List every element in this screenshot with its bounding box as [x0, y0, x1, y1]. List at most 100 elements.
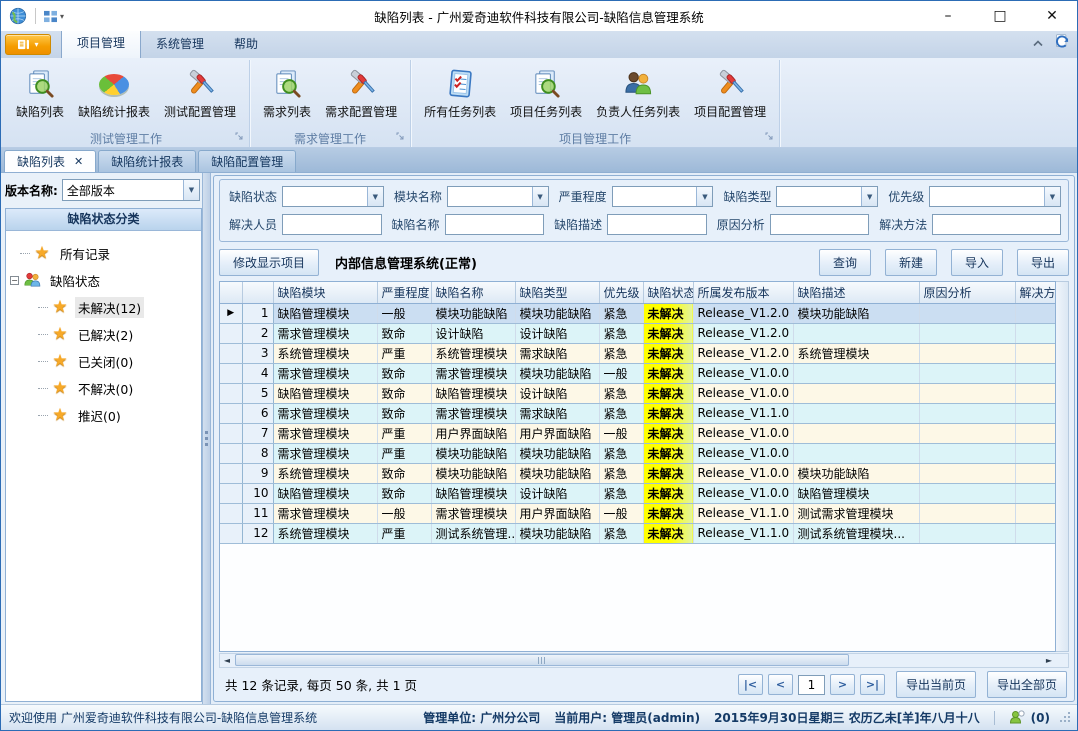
tree-item[interactable]: ★已解决(2) [8, 321, 199, 348]
column-header[interactable]: 优先级 [599, 282, 643, 303]
ribbon-tab-3[interactable]: 帮助 [219, 30, 273, 58]
online-user-icon[interactable] [1009, 710, 1025, 725]
chevron-down-icon[interactable]: ▼ [183, 180, 199, 200]
column-header[interactable]: 缺陷描述 [793, 282, 919, 303]
last-page-button[interactable]: >| [860, 674, 885, 695]
scroll-right-icon[interactable]: ► [1042, 654, 1056, 667]
table-row[interactable]: 10缺陷管理模块致命缺陷管理模块设计缺陷紧急未解决Release_V1.0.0缺… [220, 483, 1056, 503]
优先级-select[interactable]: ▼ [929, 186, 1061, 207]
layout-grid-icon[interactable]: ▾ [43, 10, 64, 23]
ribbon-button[interactable]: 缺陷统计报表 [71, 63, 157, 121]
new-button[interactable]: 新建 [885, 249, 937, 276]
table-row[interactable]: 4需求管理模块致命需求管理模块模块功能缺陷一般未解决Release_V1.0.0 [220, 363, 1056, 383]
vertical-scrollbar[interactable] [1056, 281, 1069, 652]
tools-icon [715, 66, 746, 102]
ribbon-button[interactable]: 需求列表 [256, 63, 318, 121]
query-button[interactable]: 查询 [819, 249, 871, 276]
column-header[interactable]: 严重程度 [377, 282, 431, 303]
splitter-handle[interactable] [202, 173, 211, 704]
缺陷类型-select[interactable]: ▼ [776, 186, 878, 207]
table-row[interactable]: 11需求管理模块一般需求管理模块用户界面缺陷一般未解决Release_V1.1.… [220, 503, 1056, 523]
app-menu-button[interactable]: ▾ [5, 34, 51, 55]
doc-tab-2[interactable]: 缺陷统计报表 [98, 150, 196, 172]
first-page-button[interactable]: |< [738, 674, 763, 695]
scrollbar-track[interactable] [234, 654, 1042, 667]
launcher-icon[interactable] [235, 130, 244, 144]
scroll-left-icon[interactable]: ◄ [220, 654, 234, 667]
doc-tab-3[interactable]: 缺陷配置管理 [198, 150, 296, 172]
tree-item[interactable]: ★不解决(0) [8, 375, 199, 402]
ribbon-button[interactable]: 所有任务列表 [417, 63, 503, 121]
原因分析-input[interactable] [770, 214, 870, 235]
缺陷状态-select[interactable]: ▼ [282, 186, 384, 207]
解决人员-input[interactable] [282, 214, 382, 235]
table-row[interactable]: 7需求管理模块严重用户界面缺陷用户界面缺陷一般未解决Release_V1.0.0 [220, 423, 1056, 443]
严重程度-select[interactable]: ▼ [612, 186, 714, 207]
column-header[interactable]: 缺陷名称 [431, 282, 515, 303]
ribbon-button[interactable]: 缺陷列表 [9, 63, 71, 121]
defect-status-panel: 缺陷状态分类 ★所有记录−缺陷状态★未解决(12)★已解决(2)★已关闭(0)★… [5, 208, 202, 702]
modify-display-button[interactable]: 修改显示项目 [219, 249, 319, 276]
column-header[interactable]: 原因分析 [919, 282, 1015, 303]
launcher-icon[interactable] [765, 130, 774, 144]
table-row[interactable]: 9系统管理模块致命模块功能缺陷模块功能缺陷紧急未解决Release_V1.0.0… [220, 463, 1056, 483]
scrollbar-thumb[interactable] [235, 654, 849, 666]
maximize-button[interactable]: □ [983, 2, 1017, 30]
chevron-down-icon[interactable]: ▼ [1044, 187, 1060, 206]
tree-item[interactable]: −缺陷状态 [8, 267, 199, 294]
chevron-down-icon[interactable]: ▼ [696, 187, 712, 206]
grid-cell: Release_V1.2.0 [693, 343, 793, 363]
horizontal-scrollbar[interactable]: ◄ ► [219, 653, 1069, 668]
table-row[interactable]: 6需求管理模块致命需求管理模块需求缺陷紧急未解决Release_V1.1.0 [220, 403, 1056, 423]
import-button[interactable]: 导入 [951, 249, 1003, 276]
tree-item[interactable]: ★所有记录 [8, 240, 199, 267]
version-select[interactable]: 全部版本 ▼ [62, 179, 200, 201]
resize-grip[interactable] [1060, 712, 1071, 723]
table-row[interactable]: 12系统管理模块严重测试系统管理...模块功能缺陷紧急未解决Release_V1… [220, 523, 1056, 543]
table-row[interactable]: 3系统管理模块严重系统管理模块需求缺陷紧急未解决Release_V1.2.0系统… [220, 343, 1056, 363]
ribbon-button[interactable]: 测试配置管理 [157, 63, 243, 121]
close-button[interactable]: ✕ [1035, 2, 1069, 30]
tree-item[interactable]: ★已关闭(0) [8, 348, 199, 375]
table-row[interactable]: 2需求管理模块致命设计缺陷设计缺陷紧急未解决Release_V1.2.0 [220, 323, 1056, 343]
tree-item[interactable]: ★未解决(12) [8, 294, 199, 321]
doc-tab-1[interactable]: 缺陷列表✕ [4, 150, 96, 172]
next-page-button[interactable]: > [830, 674, 855, 695]
prev-page-button[interactable]: < [768, 674, 793, 695]
ribbon-button[interactable]: 需求配置管理 [318, 63, 404, 121]
ribbon-group-title: 测试管理工作 [5, 129, 247, 147]
column-header[interactable]: 缺陷状态 [643, 282, 693, 303]
refresh-icon[interactable] [1054, 33, 1071, 53]
ribbon-button[interactable]: 项目配置管理 [687, 63, 773, 121]
模块名称-select[interactable]: ▼ [447, 186, 549, 207]
tree-item[interactable]: ★推迟(0) [8, 402, 199, 429]
column-header[interactable]: 解决方法 [1015, 282, 1056, 303]
table-row[interactable]: 5缺陷管理模块致命缺陷管理模块设计缺陷紧急未解决Release_V1.0.0 [220, 383, 1056, 403]
table-row[interactable]: 8需求管理模块严重模块功能缺陷模块功能缺陷紧急未解决Release_V1.0.0 [220, 443, 1056, 463]
column-header[interactable]: 缺陷模块 [273, 282, 377, 303]
解决方法-input[interactable] [932, 214, 1061, 235]
column-header[interactable]: 缺陷类型 [515, 282, 599, 303]
export-button[interactable]: 导出 [1017, 249, 1069, 276]
grid-cell: 需求管理模块 [431, 403, 515, 423]
page-number-input[interactable] [798, 675, 825, 695]
ribbon-button[interactable]: 负责人任务列表 [589, 63, 687, 121]
collapse-minus-icon[interactable]: − [10, 276, 19, 285]
缺陷名称-input[interactable] [445, 214, 545, 235]
ribbon-tab-2[interactable]: 系统管理 [141, 30, 219, 58]
close-icon[interactable]: ✕ [74, 155, 83, 168]
ribbon-collapse-icon[interactable] [1032, 36, 1044, 50]
chevron-down-icon[interactable]: ▼ [532, 187, 548, 206]
current-row-arrow-icon: ▶ [227, 308, 234, 318]
export-current-page-button[interactable]: 导出当前页 [896, 671, 976, 698]
launcher-icon[interactable] [396, 130, 405, 144]
缺陷描述-input[interactable] [607, 214, 707, 235]
export-all-pages-button[interactable]: 导出全部页 [987, 671, 1067, 698]
chevron-down-icon[interactable]: ▼ [861, 187, 877, 206]
chevron-down-icon[interactable]: ▼ [367, 187, 383, 206]
ribbon-tab-1[interactable]: 项目管理 [61, 29, 141, 58]
column-header[interactable]: 所属发布版本 [693, 282, 793, 303]
table-row[interactable]: ▶1缺陷管理模块一般模块功能缺陷模块功能缺陷紧急未解决Release_V1.2.… [220, 303, 1056, 323]
ribbon-button[interactable]: 项目任务列表 [503, 63, 589, 121]
minimize-button[interactable]: – [931, 2, 965, 30]
